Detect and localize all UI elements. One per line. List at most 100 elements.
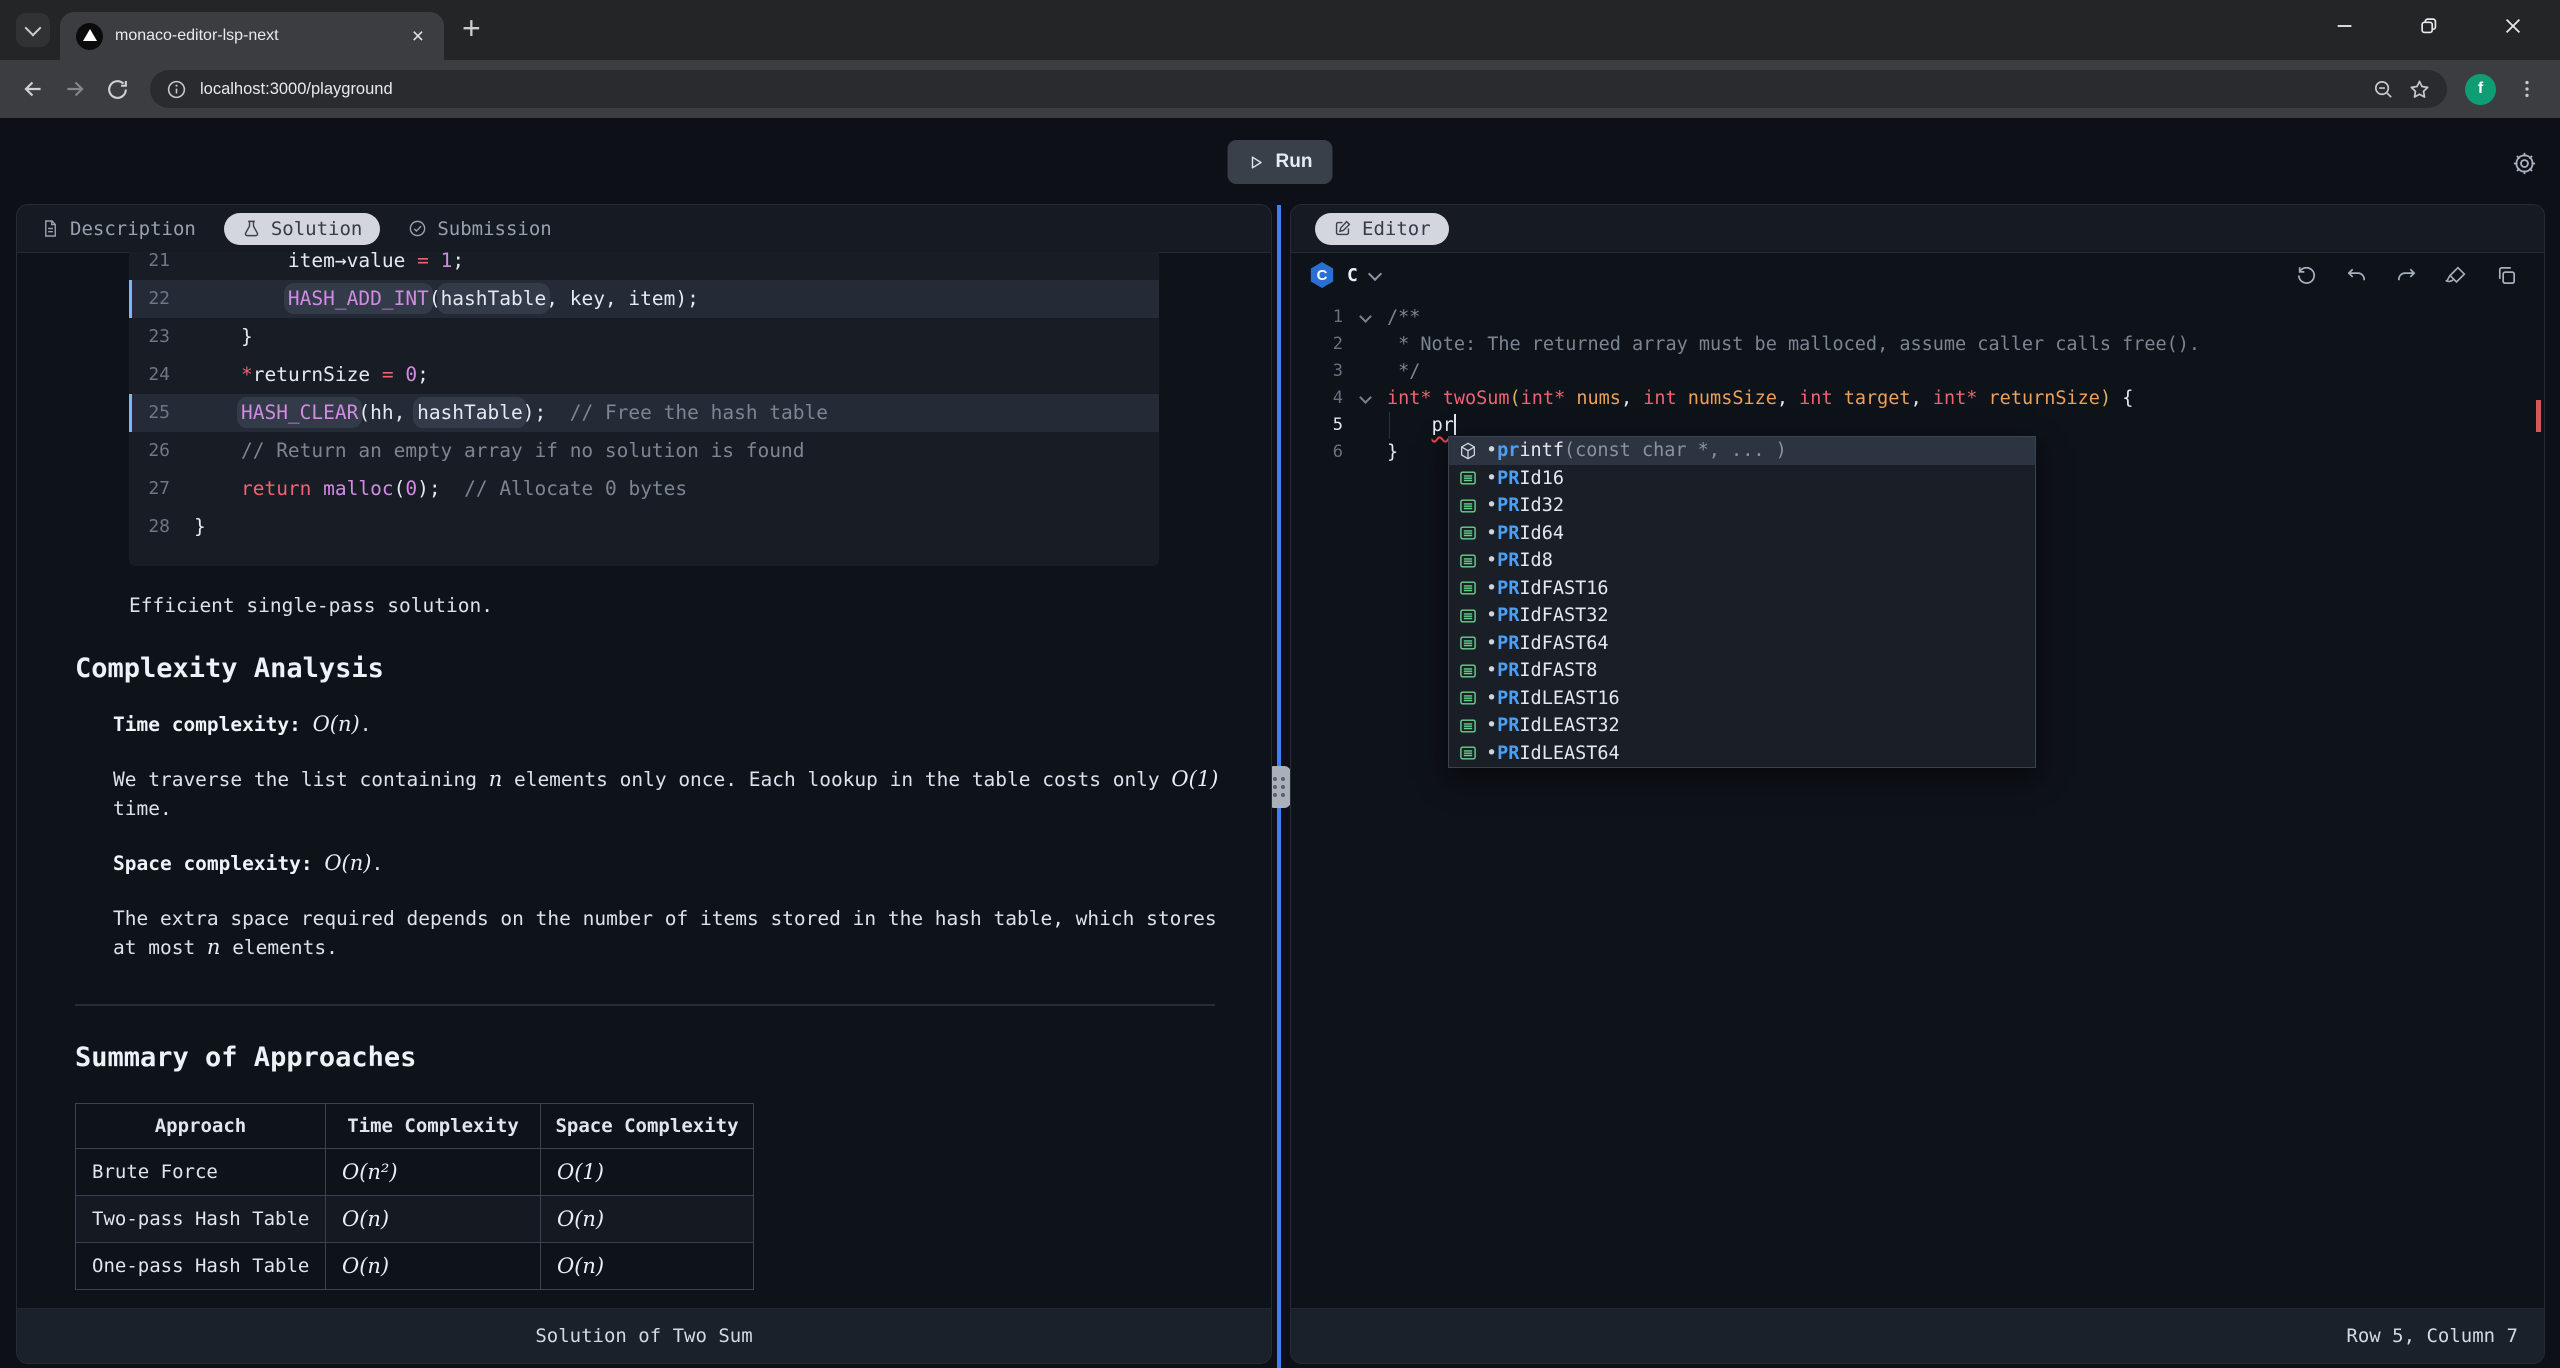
bookmark-star-icon[interactable] bbox=[2408, 78, 2431, 101]
nextjs-favicon-icon bbox=[76, 23, 103, 50]
suggestion-item[interactable]: •PRId8 bbox=[1449, 547, 2035, 575]
suggestion-item[interactable]: •PRIdLEAST32 bbox=[1449, 712, 2035, 740]
flask-icon bbox=[242, 219, 261, 238]
fold-chevron-icon[interactable] bbox=[1359, 391, 1372, 404]
format-code-button[interactable] bbox=[2445, 264, 2468, 287]
settings-gear-icon[interactable] bbox=[2511, 150, 2538, 177]
suggestion-item[interactable]: •PRIdLEAST16 bbox=[1449, 685, 2035, 713]
method-icon bbox=[1458, 441, 1478, 461]
text-cursor bbox=[1454, 414, 1456, 435]
tab-search-button[interactable] bbox=[16, 13, 50, 47]
suggestion-item[interactable]: •PRIdFAST16 bbox=[1449, 575, 2035, 603]
editor-line[interactable]: 2 * Note: The returned array must be mal… bbox=[1291, 331, 2544, 358]
run-label: Run bbox=[1276, 151, 1313, 173]
reload-button[interactable] bbox=[96, 68, 138, 110]
c-language-icon: C bbox=[1309, 262, 1335, 288]
suggestion-item[interactable]: •PRIdFAST8 bbox=[1449, 657, 2035, 685]
section-divider bbox=[75, 1004, 1215, 1006]
code-line: 25 HASH_CLEAR(hh, hashTable); // Free th… bbox=[129, 394, 1159, 432]
code-line: 28} bbox=[129, 508, 1159, 546]
tab-solution[interactable]: Solution bbox=[224, 213, 381, 245]
table-row: Brute ForceO(n²)O(1) bbox=[76, 1149, 754, 1196]
time-complexity-paragraph: Time complexity: O(n). bbox=[113, 710, 1238, 739]
restore-button[interactable] bbox=[2418, 15, 2440, 37]
editor-line[interactable]: 5 pr bbox=[1291, 412, 2544, 439]
suggestion-item[interactable]: •PRIdLEAST64 bbox=[1449, 740, 2035, 768]
enum-member-icon bbox=[1458, 468, 1478, 488]
code-line: 27 return malloc(0); // Allocate 0 bytes bbox=[129, 470, 1159, 508]
solution-note: Efficient single-pass solution. bbox=[129, 594, 1271, 617]
editor-area[interactable]: C C 1/**2 * Note: The returned array mus… bbox=[1291, 252, 2544, 1309]
tab-submission[interactable]: Submission bbox=[408, 218, 551, 240]
zoom-out-icon[interactable] bbox=[2372, 78, 2395, 101]
forward-button[interactable] bbox=[54, 68, 96, 110]
language-label: C bbox=[1347, 265, 1358, 286]
profile-avatar[interactable]: f bbox=[2465, 74, 2496, 105]
document-icon bbox=[41, 219, 60, 238]
table-header-cell: Time Complexity bbox=[326, 1104, 541, 1149]
editor-line[interactable]: 1/** bbox=[1291, 304, 2544, 331]
tab-editor-label: Editor bbox=[1362, 218, 1431, 240]
address-bar[interactable]: localhost:3000/playground bbox=[150, 70, 2447, 108]
suggestion-item[interactable]: •PRId32 bbox=[1449, 492, 2035, 520]
enum-member-icon bbox=[1458, 633, 1478, 653]
solution-content[interactable]: 21 item→value = 1;22 HASH_ADD_INT(hashTa… bbox=[17, 252, 1271, 1309]
browser-menu-button[interactable] bbox=[2506, 68, 2548, 110]
autocomplete-popup: •printf(const char *, ... )•PRId16•PRId3… bbox=[1448, 436, 2036, 768]
enum-member-icon bbox=[1458, 716, 1478, 736]
minimize-button[interactable] bbox=[2334, 15, 2356, 37]
editor-line[interactable]: 3 */ bbox=[1291, 358, 2544, 385]
suggestion-item[interactable]: •PRIdFAST32 bbox=[1449, 602, 2035, 630]
tab-description[interactable]: Description bbox=[41, 218, 196, 240]
play-icon bbox=[1248, 154, 1265, 171]
language-select-chevron-icon[interactable] bbox=[1368, 266, 1382, 280]
space-complexity-paragraph: Space complexity: O(n). bbox=[113, 849, 1238, 878]
table-header-cell: Approach bbox=[76, 1104, 326, 1149]
extra-space-paragraph: The extra space required depends on the … bbox=[113, 904, 1238, 962]
reset-code-button[interactable] bbox=[2295, 264, 2318, 287]
undo-button[interactable] bbox=[2345, 264, 2368, 287]
table-header-row: ApproachTime ComplexitySpace Complexity bbox=[76, 1104, 754, 1149]
edit-pencil-icon bbox=[1333, 219, 1352, 238]
suggestion-item[interactable]: •PRId64 bbox=[1449, 520, 2035, 548]
approaches-table: ApproachTime ComplexitySpace Complexity … bbox=[75, 1103, 754, 1290]
tab-editor[interactable]: Editor bbox=[1315, 213, 1449, 245]
enum-member-icon bbox=[1458, 578, 1478, 598]
copy-code-button[interactable] bbox=[2495, 264, 2518, 287]
table-header-cell: Space Complexity bbox=[541, 1104, 754, 1149]
tab-description-label: Description bbox=[70, 218, 196, 240]
tab-solution-label: Solution bbox=[271, 218, 363, 240]
error-overview-mark bbox=[2536, 400, 2541, 432]
playground-app: Run Description Solution Submission bbox=[0, 118, 2560, 1368]
browser-tab-strip: monaco-editor-lsp-next × + bbox=[0, 0, 2560, 60]
code-line: 21 item→value = 1; bbox=[129, 252, 1159, 280]
traverse-paragraph: We traverse the list containing n elemen… bbox=[113, 765, 1238, 823]
browser-tab[interactable]: monaco-editor-lsp-next × bbox=[60, 12, 444, 60]
solution-panel: Description Solution Submission 21 item→… bbox=[16, 204, 1272, 1364]
suggestion-item[interactable]: •printf(const char *, ... ) bbox=[1449, 437, 2035, 465]
redo-button[interactable] bbox=[2395, 264, 2418, 287]
code-line: 26 // Return an empty array if no soluti… bbox=[129, 432, 1159, 470]
editor-line[interactable]: 4int* twoSum(int* nums, int numsSize, in… bbox=[1291, 385, 2544, 412]
solution-code-block: 21 item→value = 1;22 HASH_ADD_INT(hashTa… bbox=[129, 252, 1159, 566]
chevron-down-icon bbox=[25, 19, 42, 36]
solution-footer: Solution of Two Sum bbox=[17, 1308, 1271, 1363]
close-window-button[interactable] bbox=[2502, 15, 2524, 37]
site-info-icon[interactable] bbox=[166, 79, 187, 100]
tab-close-button[interactable]: × bbox=[408, 24, 428, 49]
enum-member-icon bbox=[1458, 606, 1478, 626]
suggestion-item[interactable]: •PRId16 bbox=[1449, 465, 2035, 493]
back-button[interactable] bbox=[12, 68, 54, 110]
suggestion-item[interactable]: •PRIdFAST64 bbox=[1449, 630, 2035, 658]
enum-member-icon bbox=[1458, 661, 1478, 681]
editor-panel: Editor C C 1/**2 * Note: The retu bbox=[1290, 204, 2545, 1364]
enum-member-icon bbox=[1458, 688, 1478, 708]
new-tab-button[interactable]: + bbox=[462, 12, 481, 44]
fold-chevron-icon[interactable] bbox=[1359, 310, 1372, 323]
run-button[interactable]: Run bbox=[1228, 140, 1333, 184]
tab-submission-label: Submission bbox=[437, 218, 551, 240]
check-circle-icon bbox=[408, 219, 427, 238]
code-line: 24 *returnSize = 0; bbox=[129, 356, 1159, 394]
complexity-analysis-heading: Complexity Analysis bbox=[75, 653, 1271, 684]
browser-toolbar: localhost:3000/playground f bbox=[0, 60, 2560, 118]
